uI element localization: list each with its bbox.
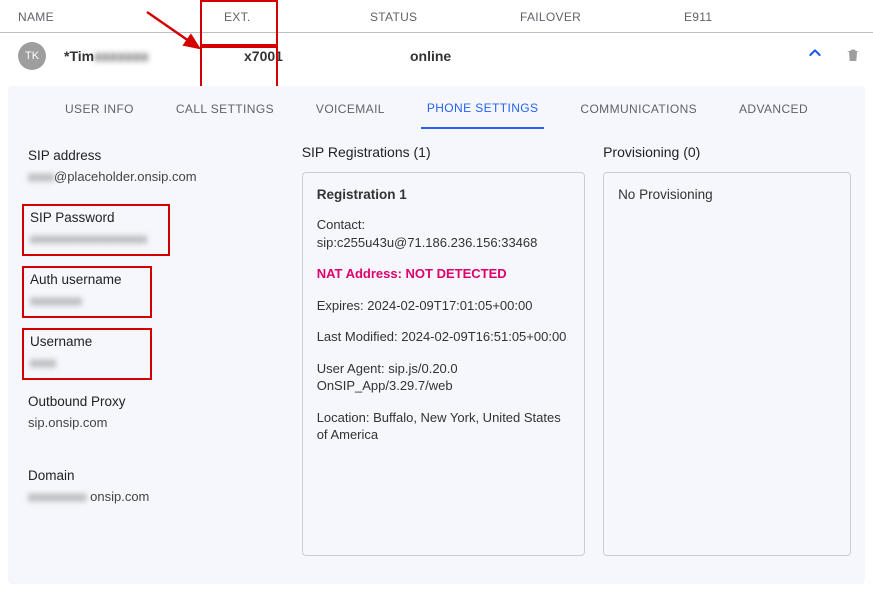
- sip-address-value: xxxx@placeholder.onsip.com: [28, 169, 278, 184]
- tab-voicemail[interactable]: VOICEMAIL: [310, 88, 391, 128]
- sip-password-value: xxxxxxxxxxxxxxxxxx: [30, 231, 162, 246]
- col-header-failover: FAILOVER: [500, 6, 660, 24]
- user-name-visible: *Tim: [64, 48, 94, 64]
- registration-user-agent: User Agent: sip.js/0.20.0 OnSIP_App/3.29…: [317, 360, 570, 395]
- user-status-cell: online: [314, 48, 494, 64]
- registrations-column: SIP Registrations (1) Registration 1 Con…: [302, 144, 585, 556]
- domain-blur: xxxxxxxxx: [28, 489, 87, 504]
- registration-card: Registration 1 Contact: sip:c255u43u@71.…: [302, 172, 585, 556]
- user-name-cell: *Timxxxxxxx: [64, 48, 204, 64]
- outbound-proxy-label: Outbound Proxy: [28, 394, 278, 409]
- user-name-blurred: xxxxxxx: [94, 48, 149, 64]
- domain-label: Domain: [28, 468, 278, 483]
- registration-expires: Expires: 2024-02-09T17:01:05+00:00: [317, 297, 570, 315]
- provisioning-empty: No Provisioning: [618, 187, 836, 202]
- tab-communications[interactable]: COMMUNICATIONS: [574, 88, 703, 128]
- collapse-chevron-icon[interactable]: [807, 45, 823, 66]
- auth-username-field: Auth username xxxxxxxx: [22, 266, 152, 318]
- tab-call-settings[interactable]: CALL SETTINGS: [170, 88, 280, 128]
- registrations-heading: SIP Registrations (1): [302, 144, 585, 160]
- tab-phone-settings[interactable]: PHONE SETTINGS: [421, 87, 545, 129]
- username-label: Username: [30, 334, 144, 349]
- auth-username-value: xxxxxxxx: [30, 293, 144, 308]
- registration-location: Location: Buffalo, New York, United Stat…: [317, 409, 570, 444]
- left-column: SIP address xxxx@placeholder.onsip.com S…: [22, 144, 284, 556]
- tab-advanced[interactable]: ADVANCED: [733, 88, 814, 128]
- user-row[interactable]: TK *Timxxxxxxx x7001 online: [0, 32, 873, 78]
- sip-address-blur: xxxx: [28, 169, 54, 184]
- domain-value: xxxxxxxxx onsip.com: [28, 489, 278, 504]
- col-header-e911: E911: [660, 6, 873, 24]
- registration-title: Registration 1: [317, 187, 570, 202]
- sip-password-field: SIP Password xxxxxxxxxxxxxxxxxx: [22, 204, 170, 256]
- column-headers-row: NAME EXT. STATUS FAILOVER E911: [0, 0, 873, 32]
- username-field: Username xxxx: [22, 328, 152, 380]
- col-header-ext: EXT.: [200, 6, 320, 24]
- outbound-proxy-value: sip.onsip.com: [28, 415, 278, 430]
- sip-address-suffix: @placeholder.onsip.com: [54, 169, 197, 184]
- provisioning-column: Provisioning (0) No Provisioning: [603, 144, 851, 556]
- registration-contact: Contact: sip:c255u43u@71.186.236.156:334…: [317, 216, 570, 251]
- registration-last-modified: Last Modified: 2024-02-09T16:51:05+00:00: [317, 328, 570, 346]
- domain-suffix: onsip.com: [90, 489, 149, 504]
- sip-address-field: SIP address xxxx@placeholder.onsip.com: [22, 144, 284, 194]
- sip-address-label: SIP address: [28, 148, 278, 163]
- col-header-status: STATUS: [320, 6, 500, 24]
- provisioning-heading: Provisioning (0): [603, 144, 851, 160]
- tab-user-info[interactable]: USER INFO: [59, 88, 140, 128]
- outbound-proxy-field: Outbound Proxy sip.onsip.com: [22, 390, 284, 454]
- registration-nat: NAT Address: NOT DETECTED: [317, 265, 570, 283]
- domain-field: Domain xxxxxxxxx onsip.com: [22, 464, 284, 528]
- user-ext-cell: x7001: [204, 48, 314, 64]
- tabs-bar: USER INFO CALL SETTINGS VOICEMAIL PHONE …: [8, 86, 865, 130]
- username-value: xxxx: [30, 355, 144, 370]
- delete-trash-icon[interactable]: [845, 46, 861, 66]
- auth-username-label: Auth username: [30, 272, 144, 287]
- sip-password-label: SIP Password: [30, 210, 162, 225]
- avatar: TK: [18, 42, 46, 70]
- provisioning-card: No Provisioning: [603, 172, 851, 556]
- col-header-name: NAME: [0, 6, 200, 24]
- user-detail-panel: USER INFO CALL SETTINGS VOICEMAIL PHONE …: [8, 86, 865, 584]
